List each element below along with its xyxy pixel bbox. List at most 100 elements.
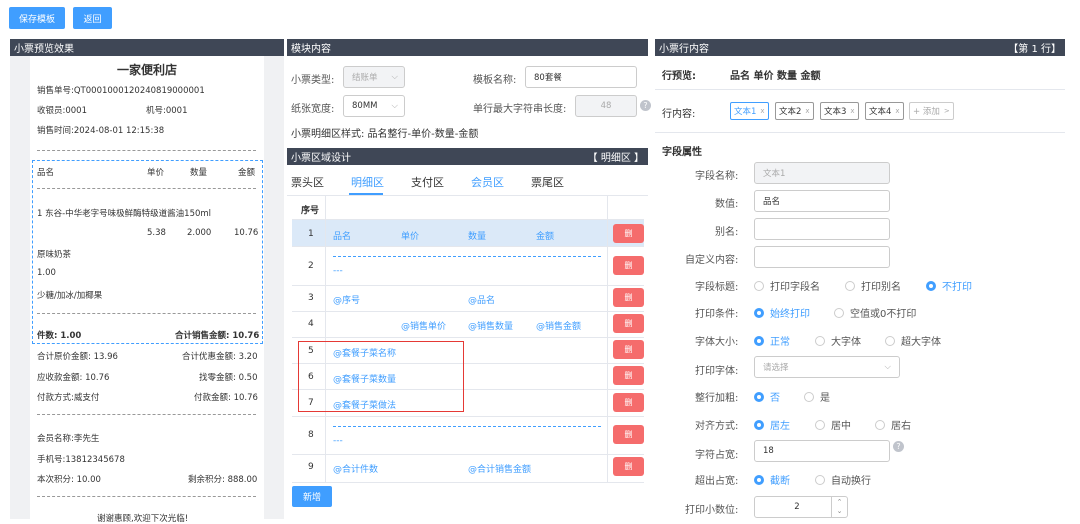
decimals-stepper[interactable]: 2 ⌃ ⌄	[754, 496, 848, 518]
close-icon[interactable]: x	[805, 107, 809, 115]
row-cell[interactable]: @销售金额	[536, 319, 581, 332]
row-cell[interactable]: @销售数量	[468, 319, 513, 332]
tab-member[interactable]: 会员区	[471, 174, 504, 190]
help-icon[interactable]: ?	[640, 100, 651, 111]
radio-skip-empty[interactable]: 空值或0不打印	[834, 305, 916, 320]
close-icon[interactable]: x	[850, 107, 854, 115]
radio-label: 自动换行	[831, 476, 871, 487]
close-icon[interactable]: x	[760, 107, 764, 115]
value-input[interactable]: 品名	[754, 190, 890, 212]
char-width-label: 字符占宽:	[695, 450, 739, 461]
radio-circle	[754, 335, 764, 346]
row-cell[interactable]: @品名	[468, 293, 495, 306]
machine-no: 机号:0001	[146, 106, 188, 116]
radio-print-field-name[interactable]: 打印字段名	[754, 278, 820, 293]
delete-row-button[interactable]: 删	[613, 425, 644, 444]
row-cell[interactable]: ---	[333, 436, 343, 446]
custom-content-input[interactable]	[754, 246, 890, 268]
max-length-input[interactable]: 48	[575, 95, 637, 117]
radio-wrap[interactable]: 自动换行	[815, 472, 871, 487]
field-tag[interactable]: 文本3 x	[820, 102, 859, 120]
item-price: 5.38	[147, 228, 166, 238]
row-divider	[292, 416, 644, 417]
print-font-select[interactable]: 请选择 ⌵	[754, 356, 900, 378]
char-width-value: 18	[763, 446, 774, 456]
delete-row-button[interactable]: 删	[613, 340, 644, 359]
delete-row-button[interactable]: 删	[613, 256, 644, 275]
radio-large-size[interactable]: 大字体	[815, 333, 861, 348]
divider	[37, 313, 256, 314]
field-name-input[interactable]: 文本1	[754, 162, 890, 184]
row-cell[interactable]: @序号	[333, 293, 360, 306]
design-tag: 【 明细区 】	[587, 153, 644, 164]
delete-row-button[interactable]: 删	[613, 393, 644, 412]
delete-row-button[interactable]: 删	[613, 457, 644, 476]
radio-xlarge-size[interactable]: 超大字体	[885, 333, 941, 348]
tag-label: 文本1	[734, 107, 757, 117]
back-button[interactable]: 返回	[73, 7, 112, 29]
radio-print-alias[interactable]: 打印别名	[845, 278, 901, 293]
type-value: 结账单	[352, 73, 378, 83]
save-template-button[interactable]: 保存模板	[9, 7, 65, 29]
delete-row-button[interactable]: 删	[613, 224, 644, 243]
char-width-input[interactable]: 18	[754, 440, 890, 462]
paper-width-select[interactable]: 80MM ⌵	[343, 95, 405, 117]
radio-circle	[754, 419, 764, 430]
delete-row-button[interactable]: 删	[613, 288, 644, 307]
max-length-value: 48	[600, 101, 612, 111]
field-tag-active[interactable]: 文本1 x	[730, 102, 769, 120]
row-tag: 【第 1 行】	[1008, 44, 1061, 55]
radio-bold-yes[interactable]: 是	[804, 389, 830, 404]
row-cell[interactable]: 单价	[401, 229, 419, 242]
radio-align-center[interactable]: 居中	[815, 417, 851, 432]
delete-row-button[interactable]: 删	[613, 366, 644, 385]
field-tag[interactable]: 文本2 x	[775, 102, 814, 120]
divider	[37, 188, 256, 189]
delete-row-button[interactable]: 删	[613, 314, 644, 333]
field-props-title: 字段属性	[662, 147, 702, 158]
field-tag[interactable]: 文本4 x	[865, 102, 904, 120]
design-header: 小票区域设计 【 明细区 】	[287, 148, 648, 165]
row-cell[interactable]: 品名	[333, 229, 351, 242]
radio-label: 居右	[891, 421, 911, 432]
radio-label: 是	[820, 393, 830, 404]
help-icon[interactable]: ?	[893, 441, 904, 452]
alias-input[interactable]	[754, 218, 890, 240]
row-cell[interactable]: @销售单价	[401, 319, 446, 332]
template-name-input[interactable]: 80套餐	[525, 66, 637, 88]
tab-payment[interactable]: 支付区	[411, 174, 444, 190]
close-icon[interactable]: x	[895, 107, 899, 115]
radio-no-print[interactable]: 不打印	[926, 278, 972, 293]
radio-normal-size[interactable]: 正常	[754, 333, 790, 348]
max-length-label: 单行最大字符串长度:	[473, 104, 567, 115]
radio-align-right[interactable]: 居右	[875, 417, 911, 432]
row-content-title: 小票行内容	[659, 44, 709, 55]
radio-truncate[interactable]: 截断	[754, 472, 790, 487]
radio-bold-no[interactable]: 否	[754, 389, 780, 404]
col-name: 品名	[37, 168, 55, 178]
row-cell[interactable]: ---	[333, 266, 343, 276]
radio-circle	[754, 474, 764, 485]
radio-align-left[interactable]: 居左	[754, 417, 790, 432]
total-count: 件数: 1.00	[37, 331, 82, 341]
row-cell[interactable]: @合计销售金额	[468, 462, 531, 475]
preview-title: 小票预览效果	[14, 44, 74, 55]
row-cell[interactable]: 数量	[468, 229, 486, 242]
tab-footer[interactable]: 票尾区	[531, 174, 564, 190]
radio-always-print[interactable]: 始终打印	[754, 305, 810, 320]
tab-header[interactable]: 票头区	[291, 174, 324, 190]
divider	[37, 414, 256, 415]
row-cell[interactable]: 金额	[536, 229, 554, 242]
add-tag-button[interactable]: + 添加 >	[909, 102, 954, 120]
field-name-label: 字段名称:	[695, 171, 739, 182]
divider	[655, 89, 1065, 90]
tag-label: 文本4	[869, 107, 892, 117]
points-remaining: 剩余积分: 888.00	[188, 475, 258, 485]
original-total: 合计原价金额: 13.96	[37, 352, 118, 362]
add-row-button[interactable]: 新增	[292, 486, 332, 507]
receipt-type-select[interactable]: 结账单 ⌵	[343, 66, 405, 88]
row-divider	[292, 482, 644, 483]
stepper-arrows-icon[interactable]: ⌃ ⌄	[831, 497, 847, 517]
tab-detail[interactable]: 明细区	[351, 174, 384, 190]
row-cell[interactable]: @合计件数	[333, 462, 378, 475]
